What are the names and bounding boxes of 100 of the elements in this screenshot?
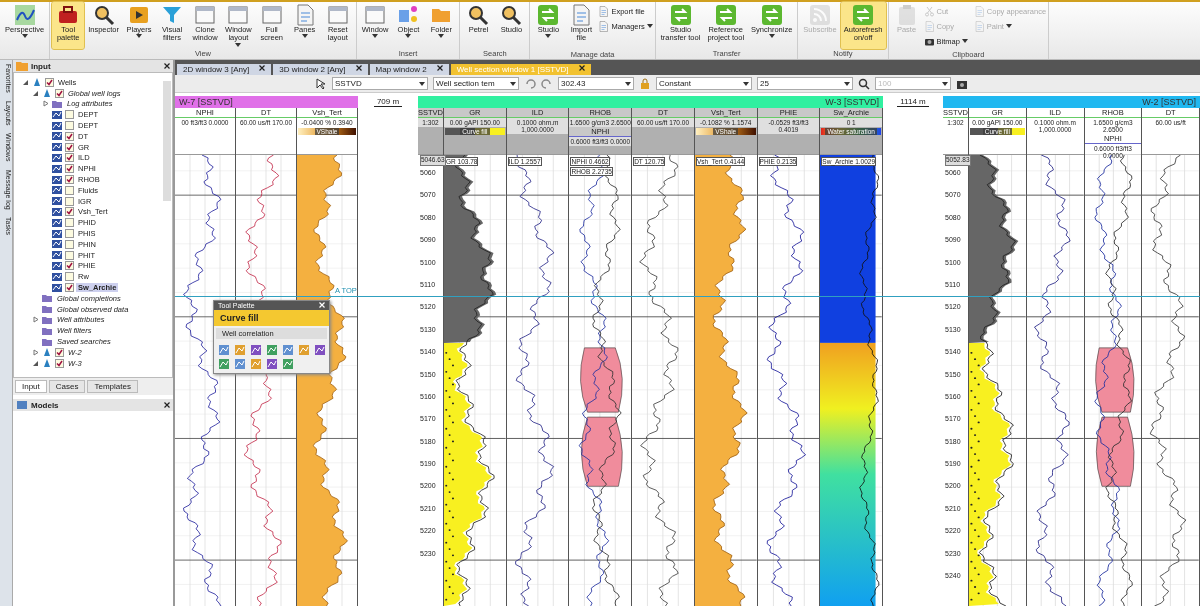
tool-icon[interactable] <box>218 344 230 356</box>
checkbox[interactable] <box>65 142 74 152</box>
tool-icon[interactable] <box>266 344 278 356</box>
tool-icon[interactable] <box>250 344 262 356</box>
checkbox[interactable] <box>65 218 74 228</box>
document-icon <box>598 5 610 17</box>
checkbox[interactable] <box>55 347 64 357</box>
checkbox[interactable] <box>55 358 64 368</box>
redo-icon[interactable] <box>541 77 553 90</box>
rss-icon <box>809 4 832 26</box>
checkbox[interactable] <box>45 77 54 87</box>
panel-title: Input <box>31 61 52 71</box>
search-icon <box>467 4 490 26</box>
window-icon <box>326 4 349 26</box>
folder-icon <box>41 336 53 347</box>
collapse-arrow-icon[interactable] <box>32 359 39 367</box>
well-header[interactable]: W-2 [SSTVD] <box>943 96 1200 108</box>
caret-icon <box>844 81 850 86</box>
funnel-icon <box>161 4 184 26</box>
document-icon <box>598 20 610 32</box>
checkbox[interactable] <box>65 207 74 217</box>
log-icon <box>51 250 63 261</box>
checkbox[interactable] <box>65 261 74 271</box>
folder-icon <box>51 99 63 109</box>
panel-title: Models <box>31 400 60 410</box>
folder-icon <box>41 293 53 304</box>
caret-icon <box>743 81 749 86</box>
chart-icon <box>13 4 36 26</box>
close-icon[interactable] <box>164 402 170 408</box>
tool-icon[interactable] <box>250 358 262 370</box>
close-icon[interactable] <box>164 63 170 69</box>
caret-icon <box>625 81 631 86</box>
checkbox[interactable] <box>65 131 74 141</box>
tool-icon[interactable] <box>218 358 230 370</box>
log-icon <box>51 260 63 271</box>
log-icon <box>51 131 63 142</box>
tool-icon[interactable] <box>234 358 246 370</box>
expand-arrow-icon[interactable] <box>42 100 49 108</box>
window-icon <box>227 4 250 26</box>
panel-tab[interactable]: Cases <box>48 380 86 393</box>
checkbox[interactable] <box>65 250 74 260</box>
mode-dropdown[interactable]: Constant <box>656 77 752 90</box>
template-dropdown[interactable]: Well section tem <box>433 77 519 90</box>
window-tab[interactable]: 2D window 3 [Any] <box>177 64 272 75</box>
tool-icon[interactable] <box>234 344 246 356</box>
scissors-icon <box>923 5 935 17</box>
checkbox[interactable] <box>65 239 74 249</box>
window-tab[interactable]: 3D window 2 [Any] <box>273 64 368 75</box>
log-icon <box>51 152 63 163</box>
well-header[interactable]: W-7 [SSTVD] <box>175 96 358 108</box>
checkbox[interactable] <box>65 283 74 293</box>
search-icon <box>92 4 115 26</box>
checkbox[interactable] <box>65 272 74 282</box>
arrows-icon <box>760 4 783 26</box>
caret-icon <box>942 81 948 86</box>
distance-label: 709 m <box>373 97 403 107</box>
panel-tab[interactable]: Templates <box>87 380 138 393</box>
log-icon <box>51 120 63 131</box>
checkbox[interactable] <box>55 88 64 98</box>
current-tool[interactable]: Curve fill <box>214 310 329 326</box>
tool-icon[interactable] <box>282 344 294 356</box>
scrollbar[interactable] <box>163 81 171 201</box>
close-icon <box>259 65 266 71</box>
tool-icon[interactable] <box>314 344 326 356</box>
collapse-arrow-icon[interactable] <box>32 89 39 97</box>
log-icon <box>51 174 63 185</box>
checkbox[interactable] <box>65 185 74 195</box>
window-icon <box>364 4 387 26</box>
window-icon <box>260 4 283 26</box>
checkbox[interactable] <box>65 196 74 206</box>
domain-dropdown[interactable]: SSTVD <box>332 77 428 90</box>
checkbox[interactable] <box>65 153 74 163</box>
document-icon <box>973 20 985 32</box>
log-icon <box>51 206 63 217</box>
checkbox[interactable] <box>65 121 74 131</box>
lock-icon[interactable] <box>639 77 651 90</box>
expand-arrow-icon[interactable] <box>32 316 39 324</box>
log-icon <box>51 109 63 120</box>
checkbox[interactable] <box>65 229 74 239</box>
pointer-icon[interactable] <box>315 77 327 90</box>
search-icon[interactable] <box>858 77 870 90</box>
tool-icon[interactable] <box>282 358 294 370</box>
window-tab[interactable]: Map window 2 <box>369 64 449 75</box>
folder-icon <box>41 314 53 325</box>
tool-icon[interactable] <box>298 344 310 356</box>
tool-icon[interactable] <box>266 358 278 370</box>
checkbox[interactable] <box>65 175 74 185</box>
undo-icon[interactable] <box>524 77 536 90</box>
panel-tab[interactable]: Input <box>15 380 47 393</box>
search-icon <box>500 4 523 26</box>
log-icon <box>51 239 63 250</box>
expand-arrow-icon[interactable] <box>32 348 39 356</box>
log-icon <box>51 282 63 293</box>
well-header[interactable]: W-3 [SSTVD] <box>418 96 883 108</box>
document-icon <box>923 20 935 32</box>
scale-field[interactable]: 302.43 <box>558 77 634 90</box>
collapse-arrow-icon[interactable] <box>22 78 29 86</box>
checkbox[interactable] <box>65 164 74 174</box>
spacing-field[interactable]: 25 <box>757 77 853 90</box>
checkbox[interactable] <box>65 110 74 120</box>
